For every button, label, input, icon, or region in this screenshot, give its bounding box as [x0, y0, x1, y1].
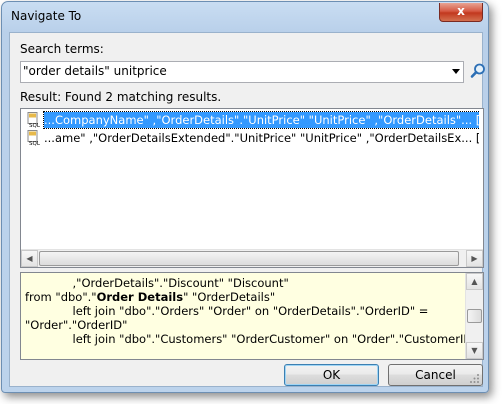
- svg-text:SQL: SQL: [29, 123, 41, 128]
- close-button[interactable]: x: [439, 3, 483, 22]
- result-row-text: ...CompanyName" ,"OrderDetails"."UnitPri…: [43, 111, 479, 129]
- result-row-text: ...ame" ,"OrderDetailsExtended"."UnitPri…: [44, 131, 479, 145]
- search-terms-label: Search terms:: [20, 42, 104, 56]
- result-summary: Result: Found 2 matching results.: [20, 90, 222, 104]
- preview-pane: ,"OrderDetails"."Discount" "Discount" fr…: [20, 272, 484, 360]
- scroll-thumb[interactable]: [39, 251, 459, 266]
- dialog-body: Search terms: Result: Found 2 matching r…: [9, 32, 485, 387]
- search-combobox[interactable]: [20, 61, 464, 83]
- preview-line: ,"OrderDetails"."Discount" "Discount": [25, 276, 289, 290]
- title-bar[interactable]: Navigate To x: [2, 2, 488, 32]
- magnifier-icon: [470, 63, 485, 78]
- result-row[interactable]: SQL ...CompanyName" ,"OrderDetails"."Uni…: [23, 111, 479, 129]
- result-row[interactable]: SQL ...ame" ,"OrderDetailsExtended"."Uni…: [23, 129, 479, 147]
- svg-text:SQL: SQL: [29, 141, 41, 146]
- search-input[interactable]: [23, 63, 443, 79]
- scroll-right-icon[interactable]: ▶: [466, 250, 483, 267]
- window-title: Navigate To: [11, 9, 82, 23]
- preview-line: from "dbo"."Order Details" "OrderDetails…: [25, 290, 275, 304]
- scroll-up-icon[interactable]: ▲: [466, 273, 483, 290]
- sql-file-icon: SQL: [26, 130, 42, 147]
- preview-line: "Order"."OrderID": [25, 318, 128, 332]
- preview-text: from "dbo".": [25, 290, 97, 304]
- scroll-left-icon[interactable]: ◀: [21, 250, 38, 267]
- navigate-to-dialog: Navigate To x Search terms: Result: Foun…: [1, 1, 489, 393]
- preview-line: left join "dbo"."Orders" "Order" on "Ord…: [25, 304, 429, 318]
- sql-file-icon: SQL: [26, 112, 42, 129]
- preview-highlight: Order Details: [96, 290, 184, 304]
- vertical-scrollbar[interactable]: ▲ ▼: [465, 273, 483, 359]
- horizontal-scrollbar[interactable]: ◀ ▶: [21, 249, 483, 267]
- ok-button[interactable]: OK: [284, 364, 379, 386]
- preview-line: left join "dbo"."Customers" "OrderCustom…: [25, 332, 484, 346]
- close-icon: x: [457, 4, 465, 18]
- scroll-down-icon[interactable]: ▼: [466, 342, 483, 359]
- preview-text: " "OrderDetails": [183, 290, 276, 304]
- cancel-button[interactable]: Cancel: [388, 364, 483, 386]
- search-button[interactable]: [468, 61, 488, 81]
- resize-grip-icon[interactable]: [470, 374, 480, 384]
- chevron-down-icon[interactable]: [452, 69, 460, 74]
- scroll-thumb[interactable]: [467, 309, 482, 323]
- results-list[interactable]: SQL ...CompanyName" ,"OrderDetails"."Uni…: [20, 108, 484, 268]
